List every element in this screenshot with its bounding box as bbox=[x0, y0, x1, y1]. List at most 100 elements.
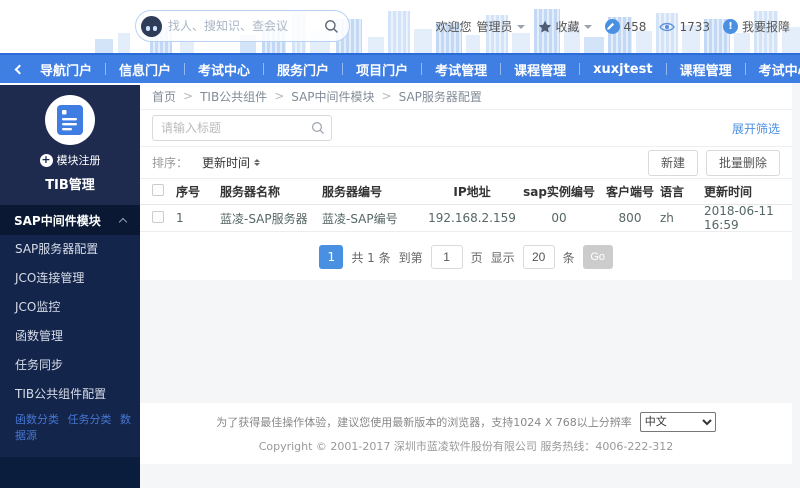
browser-notice: 为了获得最佳操作体验，建议您使用最新版本的浏览器，支持1024 X 768以上分… bbox=[216, 416, 632, 429]
page-footer: 为了获得最佳操作体验，建议您使用最新版本的浏览器，支持1024 X 768以上分… bbox=[140, 403, 792, 464]
new-button[interactable]: 新建 bbox=[647, 149, 698, 176]
nav-item-0[interactable]: 导航门户 bbox=[27, 60, 105, 79]
search-icon[interactable] bbox=[324, 19, 339, 34]
column-header-ip[interactable]: IP地址 bbox=[426, 183, 518, 200]
exclamation-icon: ! bbox=[722, 19, 738, 34]
sidebar-section-sap-middleware[interactable]: SAP中间件模块 bbox=[0, 205, 140, 235]
nav-item-5[interactable]: 考试管理 bbox=[422, 60, 500, 79]
sort-selector[interactable]: 更新时间 bbox=[202, 154, 261, 171]
breadcrumb-sap-middleware[interactable]: SAP中间件模块 bbox=[291, 88, 374, 105]
sidebar-quick-links: 函数分类 任务分类 数据源 bbox=[0, 409, 140, 451]
chevron-down-icon bbox=[516, 24, 525, 33]
eye-icon bbox=[659, 22, 676, 31]
expand-filter-link[interactable]: 展开筛选 bbox=[732, 120, 780, 137]
favorites-label: 收藏 bbox=[555, 20, 580, 34]
column-header-update-time[interactable]: 更新时间 bbox=[704, 183, 780, 200]
sort-value: 更新时间 bbox=[202, 156, 251, 170]
global-search-input[interactable] bbox=[162, 19, 324, 33]
column-header-client-no[interactable]: 客户端号 bbox=[600, 183, 660, 200]
sidebar-item-sap-server-config[interactable]: SAP服务器配置 bbox=[0, 235, 140, 264]
report-fault[interactable]: ! 我要报障 bbox=[722, 18, 790, 35]
star-icon bbox=[538, 20, 551, 32]
cell-server-name: 蓝凌-SAP服务器 bbox=[220, 211, 308, 226]
bottom-strip bbox=[0, 488, 800, 500]
username: 管理员 bbox=[476, 20, 513, 34]
sidebar-app-block: + 模块注册 TIB管理 bbox=[0, 85, 140, 205]
breadcrumb-home[interactable]: 首页 bbox=[152, 88, 176, 105]
chevron-down-icon bbox=[583, 24, 592, 33]
table-row[interactable]: 1 蓝凌-SAP服务器 蓝凌-SAP编号 192.168.2.159 00 80… bbox=[140, 204, 792, 232]
content-card: 首页 > TIB公共组件 > SAP中间件模块 > SAP服务器配置 展开筛选 bbox=[140, 83, 792, 280]
sidebar-item-jco-monitor[interactable]: JCO监控 bbox=[0, 293, 140, 322]
language-select[interactable]: 中文 bbox=[639, 412, 716, 432]
cell-index: 1 bbox=[176, 211, 184, 225]
breadcrumb-separator: > bbox=[183, 89, 194, 103]
column-header-sap-instance[interactable]: sap实例编号 bbox=[518, 183, 600, 200]
main-content: 首页 > TIB公共组件 > SAP中间件模块 > SAP服务器配置 展开筛选 bbox=[140, 83, 800, 488]
breadcrumb-tib-component[interactable]: TIB公共组件 bbox=[200, 88, 267, 105]
search-icon[interactable] bbox=[311, 121, 325, 135]
sidebar-link-task-category[interactable]: 任务分类 bbox=[68, 413, 112, 426]
pagination: 1 共 1 条 到第 页 显示 条 Go bbox=[140, 244, 792, 270]
welcome-text: 欢迎您 bbox=[435, 20, 472, 34]
sort-label: 排序： bbox=[152, 156, 189, 170]
report-label: 我要报障 bbox=[741, 20, 790, 34]
sidebar-section-title: SAP中间件模块 bbox=[14, 213, 101, 228]
cell-client-no: 800 bbox=[618, 211, 642, 225]
sidebar-link-function-category[interactable]: 函数分类 bbox=[15, 413, 59, 426]
document-icon bbox=[57, 105, 83, 135]
go-button[interactable]: Go bbox=[582, 245, 613, 269]
cell-language: zh bbox=[660, 211, 674, 225]
view-counter[interactable]: 1733 bbox=[659, 20, 710, 34]
select-all-checkbox[interactable] bbox=[152, 184, 164, 196]
module-register-button[interactable]: + 模块注册 bbox=[0, 152, 140, 168]
show-label: 显示 bbox=[490, 250, 515, 265]
batch-delete-button[interactable]: 批量删除 bbox=[705, 149, 780, 176]
breadcrumb: 首页 > TIB公共组件 > SAP中间件模块 > SAP服务器配置 bbox=[140, 83, 792, 110]
nav-item-8[interactable]: 课程管理 bbox=[667, 60, 745, 79]
sidebar-menu: SAP服务器配置 JCO连接管理 JCO监控 函数管理 任务同步 TIB公共组件… bbox=[0, 235, 140, 457]
nav-item-4[interactable]: 项目门户 bbox=[343, 60, 421, 79]
page-size-input[interactable] bbox=[522, 245, 555, 269]
nav-item-9[interactable]: 考试中心 bbox=[746, 60, 800, 79]
cell-sap-instance: 00 bbox=[551, 211, 567, 225]
module-register-label: 模块注册 bbox=[56, 154, 101, 167]
edit-count: 458 bbox=[623, 19, 647, 34]
column-header-index[interactable]: 序号 bbox=[176, 183, 220, 200]
nav-item-6[interactable]: 课程管理 bbox=[501, 60, 579, 79]
breadcrumb-separator: > bbox=[274, 89, 285, 103]
nav-item-2[interactable]: 考试中心 bbox=[185, 60, 263, 79]
nav-item-1[interactable]: 信息门户 bbox=[106, 60, 184, 79]
sidebar-item-jco-connection[interactable]: JCO连接管理 bbox=[0, 264, 140, 293]
sort-arrows-icon bbox=[254, 156, 261, 170]
cell-ip: 192.168.2.159 bbox=[428, 211, 516, 225]
nav-item-3[interactable]: 服务门户 bbox=[264, 60, 342, 79]
global-search[interactable] bbox=[135, 10, 350, 42]
sidebar: + 模块注册 TIB管理 SAP中间件模块 SAP服务器配置 JCO连接管理 J… bbox=[0, 85, 140, 488]
plus-circle-icon: + bbox=[39, 152, 53, 167]
sidebar-item-task-sync[interactable]: 任务同步 bbox=[0, 351, 140, 380]
size-unit-label: 条 bbox=[562, 250, 575, 265]
favorites-menu[interactable]: 收藏 bbox=[538, 18, 592, 35]
nav-scroll-left-icon[interactable] bbox=[14, 64, 25, 74]
title-search bbox=[152, 115, 332, 141]
title-search-input[interactable] bbox=[152, 115, 332, 141]
copyright-text: Copyright © 2001-2017 深圳市蓝凌软件股份有限公司 服务热线… bbox=[258, 440, 674, 453]
user-menu[interactable]: 管理员 bbox=[477, 18, 525, 35]
goto-page-input[interactable] bbox=[430, 245, 463, 269]
breadcrumb-separator: > bbox=[381, 89, 392, 103]
user-toolbar: 欢迎您 管理员 收藏 458 1733 ! 我要报障 bbox=[422, 0, 790, 53]
edit-counter[interactable]: 458 bbox=[604, 19, 647, 34]
robot-assistant-icon[interactable] bbox=[141, 15, 162, 37]
sidebar-item-tib-component-config[interactable]: TIB公共组件配置 bbox=[0, 380, 140, 409]
column-header-server-name[interactable]: 服务器名称 bbox=[220, 183, 322, 200]
page-button-1[interactable]: 1 bbox=[319, 245, 344, 269]
goto-label: 到第 bbox=[398, 250, 423, 265]
app-title: TIB管理 bbox=[45, 178, 95, 193]
nav-item-7[interactable]: xuxjtest bbox=[580, 62, 665, 77]
row-checkbox[interactable] bbox=[152, 210, 164, 223]
breadcrumb-current: SAP服务器配置 bbox=[398, 89, 482, 104]
sidebar-item-function-management[interactable]: 函数管理 bbox=[0, 322, 140, 351]
column-header-server-no[interactable]: 服务器编号 bbox=[322, 183, 426, 200]
column-header-language[interactable]: 语言 bbox=[660, 183, 704, 200]
